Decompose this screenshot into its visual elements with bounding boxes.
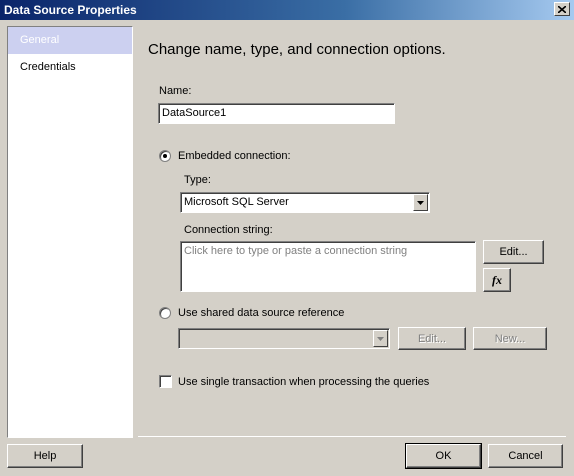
- close-button[interactable]: [554, 2, 570, 16]
- shared-dropdown-button[interactable]: [373, 330, 388, 347]
- help-button[interactable]: Help: [7, 444, 83, 468]
- expression-button[interactable]: fx: [483, 268, 511, 292]
- sidebar-item-label: Credentials: [20, 61, 76, 73]
- type-dropdown-button[interactable]: [413, 194, 428, 211]
- sidebar-item-general[interactable]: General: [8, 27, 132, 54]
- shared-data-source-label[interactable]: Use shared data source reference: [178, 307, 344, 319]
- function-icon: fx: [492, 272, 502, 287]
- single-transaction-checkbox[interactable]: [159, 375, 172, 388]
- type-select-value: Microsoft SQL Server: [184, 196, 289, 208]
- connection-string-label: Connection string:: [184, 224, 273, 236]
- shared-data-source-select[interactable]: [178, 328, 390, 349]
- window-title: Data Source Properties: [4, 3, 137, 17]
- chevron-down-icon: [377, 336, 384, 341]
- single-transaction-label[interactable]: Use single transaction when processing t…: [178, 376, 429, 388]
- name-label: Name:: [159, 85, 192, 97]
- content-divider: [138, 436, 566, 437]
- radio-dot: [163, 154, 167, 158]
- ok-button[interactable]: OK: [405, 443, 482, 469]
- title-bar: Data Source Properties: [0, 0, 574, 20]
- close-icon: [558, 5, 566, 13]
- embedded-connection-label[interactable]: Embedded connection:: [178, 150, 291, 162]
- embedded-connection-radio[interactable]: [159, 150, 171, 162]
- sidebar-item-credentials[interactable]: Credentials: [8, 54, 132, 81]
- shared-new-button[interactable]: New...: [473, 327, 547, 350]
- page-heading: Change name, type, and connection option…: [148, 41, 446, 58]
- name-input[interactable]: DataSource1: [158, 103, 395, 124]
- sidebar: General Credentials: [7, 26, 133, 438]
- connection-string-input[interactable]: Click here to type or paste a connection…: [180, 241, 476, 292]
- sidebar-item-label: General: [20, 34, 60, 46]
- type-select[interactable]: Microsoft SQL Server: [180, 192, 430, 213]
- shared-edit-button[interactable]: Edit...: [398, 327, 466, 350]
- cancel-button[interactable]: Cancel: [488, 444, 563, 468]
- connection-string-edit-button[interactable]: Edit...: [483, 240, 544, 264]
- type-label: Type:: [184, 174, 211, 186]
- shared-data-source-radio[interactable]: [159, 307, 171, 319]
- chevron-down-icon: [417, 200, 424, 205]
